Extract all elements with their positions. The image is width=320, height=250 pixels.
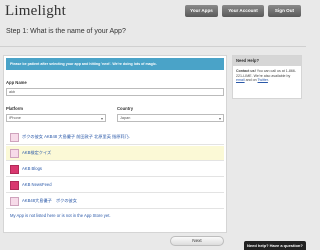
app-icon [10,197,19,206]
top-bar: Limelight Your Apps Your Account Sign Ou… [0,0,306,24]
not-listed-link[interactable]: My App is not listed here or is not in t… [10,213,111,218]
app-name-input[interactable]: akb [6,88,224,96]
app-logo[interactable]: Limelight [5,3,66,20]
header-divider [0,46,306,47]
step-title: Step 1: What is the name of your App? [6,28,126,35]
help-contact-label: Contact us! [236,69,256,73]
result-row[interactable]: ボクの彼女 AKB48 大島優子 前田敦子 北原里英 指原莉乃. [6,130,224,145]
app-icon [10,149,19,158]
result-name: AKB検定クイズ [22,150,52,155]
help-box: Need Help? Contact us! You can call us a… [232,55,302,99]
platform-label: Platform [6,106,23,111]
chevron-down-icon: ▾ [218,116,221,121]
result-row[interactable]: AKB NewsFeed [6,178,224,193]
nav-your-apps-button[interactable]: Your Apps [185,5,218,17]
country-label: Country [117,106,134,111]
result-name: AKB Blogs [22,166,43,171]
main-panel: Please be patient after selecting your a… [3,55,227,233]
next-button[interactable]: Next [170,236,224,246]
akb-logo-icon [10,181,19,190]
notice-banner: Please be patient after selecting your a… [6,58,224,70]
app-icon [10,133,19,142]
help-period: . [267,78,269,83]
nav-sign-out-button[interactable]: Sign Out [268,5,301,17]
nav-your-account-button[interactable]: Your Account [222,5,264,17]
result-name: AKB NewsFeed [22,182,52,187]
country-select-value: Japan [120,116,131,120]
platform-select[interactable]: iPhone ▾ [6,114,106,122]
help-email-link[interactable]: email [236,78,245,82]
result-row[interactable]: AKB検定クイズ [6,146,224,161]
result-name: AKB48大島優子 ボクの彼女 [22,198,77,203]
app-name-label: App Name [6,80,27,85]
akb-logo-icon [10,165,19,174]
country-select[interactable]: Japan ▾ [117,114,224,122]
result-row[interactable]: AKB48大島優子 ボクの彼女 [6,194,224,209]
help-text: Contact us! You can call us at 1-866-221… [233,66,301,86]
help-twitter-link[interactable]: Twitter [258,78,268,82]
help-title: Need Help? [233,56,301,66]
chevron-down-icon: ▾ [100,116,103,121]
help-and-on-text: and on [244,78,258,83]
platform-select-value: iPhone [9,116,21,120]
help-feedback-tab[interactable]: Need help? Have a question? [244,241,306,250]
result-row[interactable]: AKB Blogs [6,162,224,177]
result-name: ボクの彼女 AKB48 大島優子 前田敦子 北原里英 指原莉乃. [22,134,130,139]
